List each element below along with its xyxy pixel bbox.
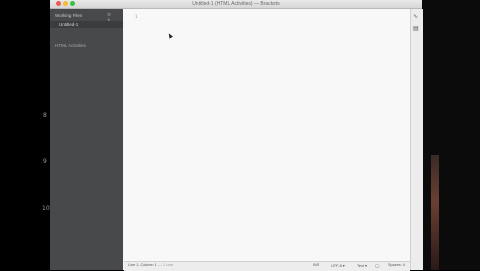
brackets-window: Untitled-1 (HTML Activities) — Brackets … (50, 0, 423, 271)
working-files-header: Working Files (55, 13, 83, 18)
working-file-item[interactable]: Untitled-1 (50, 21, 123, 28)
ruler-marker: 9 (43, 158, 47, 165)
window-title: Untitled-1 (HTML Activities) — Brackets (192, 1, 280, 7)
right-toolbar: ∿ ▤ (410, 9, 423, 270)
line-gutter: 1 (124, 9, 142, 261)
project-title[interactable]: HTML Activities (55, 43, 86, 48)
sidebar: Working Files ⚙ ⇅ Untitled-1 HTML Activi… (50, 9, 123, 270)
encoding-select[interactable]: UTF-8 ▾ (331, 263, 345, 268)
desktop-left-area: 8 9 10 (0, 0, 50, 270)
ins-toggle[interactable]: INS (313, 263, 319, 267)
desktop-wallpaper-strip (431, 155, 439, 270)
line-number: 1 (135, 14, 138, 19)
title-bar[interactable]: Untitled-1 (HTML Activities) — Brackets (50, 0, 422, 9)
desktop-right-area (422, 0, 480, 270)
live-preview-icon[interactable]: ∿ (413, 13, 418, 20)
line-count: — 1 Line (158, 263, 174, 267)
language-select[interactable]: Text ▾ (357, 263, 367, 268)
linter-icon: ◯ (375, 264, 380, 268)
ruler-marker: 8 (43, 112, 47, 119)
extension-manager-icon[interactable]: ▤ (413, 25, 419, 32)
ruler-marker: 10 (42, 205, 50, 212)
mouse-pointer-icon (167, 32, 173, 39)
indent-select[interactable]: Spaces: 4 (388, 263, 405, 267)
working-file-label: Untitled-1 (59, 22, 79, 27)
cursor-position: Line 1, Column 1 (128, 263, 157, 267)
code-editor[interactable]: 1 (124, 9, 410, 261)
